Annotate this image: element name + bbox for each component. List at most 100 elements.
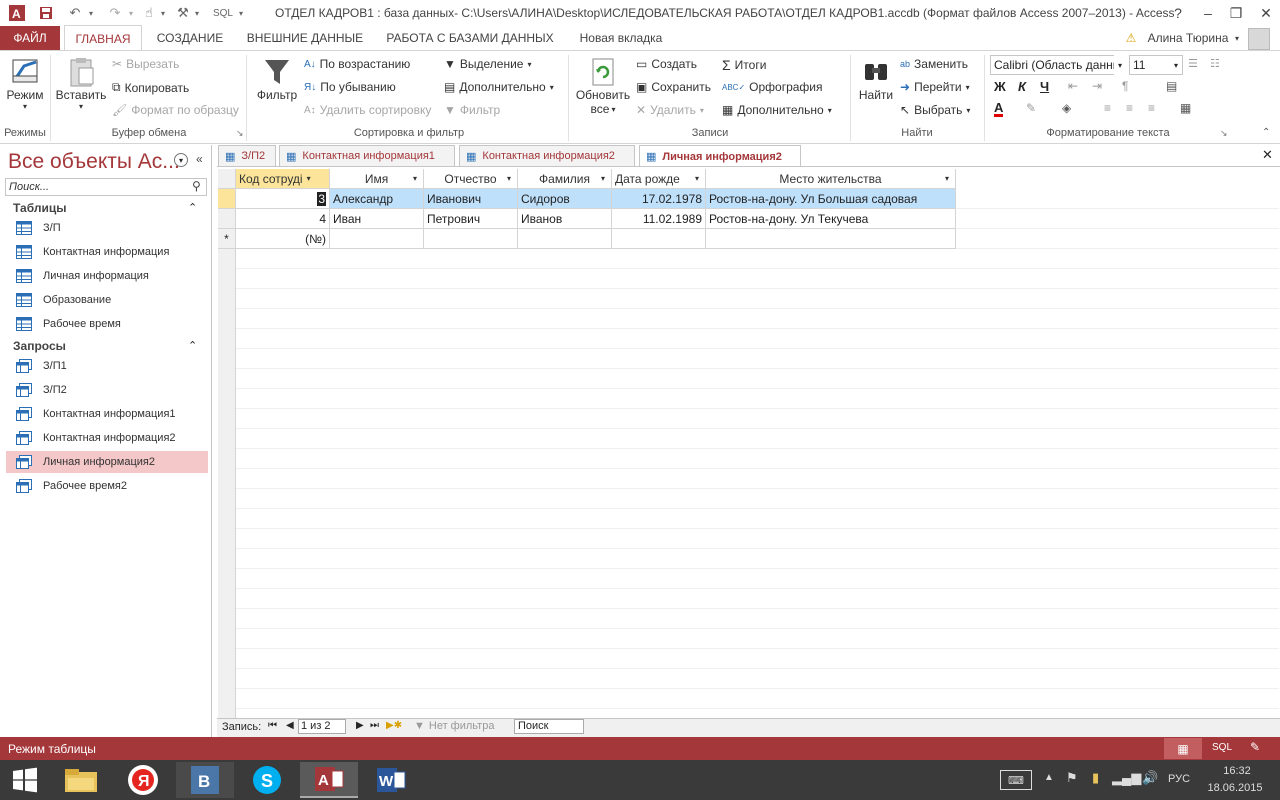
undo-icon[interactable]: ↶ <box>64 3 86 23</box>
font-name-dropdown-icon[interactable]: ▾ <box>1114 55 1126 75</box>
keyboard-icon[interactable]: ⌨ <box>1000 770 1032 790</box>
bold-button[interactable]: Ж <box>994 79 1006 94</box>
column-header-id[interactable]: Код сотруді ▾ <box>236 169 330 189</box>
bullets-icon[interactable]: ☰ <box>1188 57 1198 70</box>
underline-button[interactable]: Ч <box>1040 79 1049 94</box>
access-taskbar-button[interactable]: A <box>300 762 358 798</box>
touch-mode-icon[interactable]: ☝ <box>140 3 158 23</box>
column-filter-dropdown-icon[interactable]: ▾ <box>507 174 511 183</box>
start-button[interactable] <box>0 762 50 798</box>
dialog-launcher-icon[interactable]: ↘ <box>1220 128 1228 139</box>
table-cell[interactable]: Александр <box>330 189 424 209</box>
nav-search-input[interactable]: Поиск... <box>5 178 207 196</box>
search-icon[interactable]: ⚲ <box>192 179 201 193</box>
table-cell[interactable] <box>518 229 612 249</box>
nav-query-item[interactable]: Контактная информация1 <box>6 403 208 425</box>
nav-menu-dropdown-icon[interactable]: ▾ <box>174 153 188 167</box>
copy-button[interactable]: ⧉ Копировать <box>112 80 189 95</box>
table-cell[interactable] <box>612 229 706 249</box>
last-record-icon[interactable]: ⏭ <box>370 720 379 731</box>
view-button[interactable]: Режим ▾ <box>4 56 46 111</box>
remove-sort-button[interactable]: A↕ Удалить сортировку <box>304 103 431 117</box>
explorer-taskbar-button[interactable] <box>52 762 110 798</box>
new-record-selector[interactable]: * <box>218 229 236 249</box>
datasheet-view-icon[interactable]: ▦ <box>1164 738 1202 759</box>
signal-icon[interactable]: ▂▄▆ <box>1112 770 1141 786</box>
column-header-patronymic[interactable]: Отчество ▾ <box>424 169 518 189</box>
user-name[interactable]: Алина Тюрина <box>1144 26 1232 50</box>
nav-table-item[interactable]: Образование <box>6 289 208 311</box>
column-filter-dropdown-icon[interactable]: ▾ <box>695 174 699 183</box>
table-cell[interactable]: 11.02.1989 <box>612 209 706 229</box>
table-cell[interactable] <box>330 229 424 249</box>
redo-icon[interactable]: ↷ <box>104 3 126 23</box>
word-taskbar-button[interactable]: W <box>362 762 420 798</box>
table-cell[interactable] <box>706 229 956 249</box>
clock-date[interactable]: 18.06.2015 <box>1202 782 1268 794</box>
record-selector[interactable] <box>218 209 236 229</box>
fill-color-icon[interactable]: ◈ <box>1062 101 1071 115</box>
table-cell[interactable]: Ростов-на-дону. Ул Большая садовая <box>706 189 956 209</box>
tab-external-data[interactable]: ВНЕШНИЕ ДАННЫЕ <box>240 26 370 50</box>
table-cell[interactable]: Иванов <box>518 209 612 229</box>
goto-button[interactable]: ➜ Перейти ▾ <box>900 80 970 94</box>
column-filter-dropdown-icon[interactable]: ▾ <box>413 174 417 183</box>
qat-customize-icon[interactable]: ▾ <box>236 3 246 23</box>
tray-expand-icon[interactable]: ▲ <box>1044 772 1054 783</box>
column-filter-dropdown-icon[interactable]: ▾ <box>601 174 605 183</box>
record-search-input[interactable]: Поиск <box>514 719 584 734</box>
table-cell[interactable]: Иван <box>330 209 424 229</box>
input-language[interactable]: РУС <box>1168 773 1190 785</box>
first-record-icon[interactable]: ⏮ <box>268 720 277 731</box>
font-size-dropdown-icon[interactable]: ▾ <box>1170 55 1182 75</box>
column-header-name[interactable]: Имя ▾ <box>330 169 424 189</box>
column-filter-dropdown-icon[interactable]: ▾ <box>307 174 311 183</box>
tools-icon[interactable]: ⚒ <box>174 3 192 23</box>
refresh-all-button[interactable]: Обновить все ▾ <box>574 56 632 116</box>
sql-view-button[interactable]: SQL <box>1212 742 1232 753</box>
restore-button[interactable]: ❐ <box>1222 0 1250 26</box>
filter-button[interactable]: Фильтр <box>254 56 300 102</box>
format-painter-button[interactable]: 🖌 Формат по образцу <box>112 103 239 117</box>
filter-status-button[interactable]: ▼ Нет фильтра <box>414 720 494 732</box>
table-cell[interactable]: Петрович <box>424 209 518 229</box>
undo-dropdown-icon[interactable]: ▾ <box>86 3 96 23</box>
nav-query-item[interactable]: З/П1 <box>6 355 208 377</box>
nav-query-item[interactable]: Рабочее время2 <box>6 475 208 497</box>
record-position-input[interactable]: 1 из 2 <box>298 719 346 734</box>
gridlines-icon[interactable]: ▤ <box>1166 79 1177 93</box>
doc-tab-zp2[interactable]: ▦ З/П2 <box>218 145 276 166</box>
paragraph-icon[interactable]: ¶ <box>1122 79 1128 93</box>
clock-time[interactable]: 16:32 <box>1210 765 1264 777</box>
doc-tab-contact-info1[interactable]: ▦ Контактная информация1 <box>279 145 455 166</box>
select-all-button[interactable] <box>218 169 236 189</box>
tab-database-tools[interactable]: РАБОТА С БАЗАМИ ДАННЫХ <box>380 26 560 50</box>
minimize-button[interactable]: – <box>1194 0 1222 26</box>
table-cell[interactable]: Иванович <box>424 189 518 209</box>
selection-button[interactable]: ▼ Выделение ▾ <box>444 57 532 71</box>
advanced-filter-button[interactable]: ▤ Дополнительно ▾ <box>444 80 554 94</box>
nav-table-item[interactable]: З/П <box>6 217 208 239</box>
new-record-button[interactable]: ▭ Создать <box>636 57 697 71</box>
align-right-icon[interactable]: ≡ <box>1148 101 1155 115</box>
table-cell[interactable]: Сидоров <box>518 189 612 209</box>
find-button[interactable]: Найти <box>856 56 896 102</box>
nav-title[interactable]: Все объекты Ac... <box>8 150 180 174</box>
tab-new[interactable]: Новая вкладка <box>572 26 670 50</box>
tab-home[interactable]: ГЛАВНАЯ <box>64 25 142 51</box>
close-document-icon[interactable]: ✕ <box>1262 147 1273 163</box>
nav-section-queries[interactable]: Запросы <box>13 339 66 353</box>
nav-section-tables[interactable]: Таблицы <box>13 201 66 215</box>
totals-button[interactable]: Σ Итоги <box>722 57 766 73</box>
font-name-select[interactable]: Calibri (Область данны <box>990 55 1126 75</box>
spelling-button[interactable]: ABC✓ Орфография <box>722 80 823 94</box>
nav-table-item[interactable]: Контактная информация <box>6 241 208 263</box>
nav-query-item[interactable]: Личная информация2 <box>6 451 208 473</box>
new-blank-record-icon[interactable]: ▶✱ <box>386 720 402 731</box>
yandex-taskbar-button[interactable]: Я <box>114 762 172 798</box>
sort-descending-button[interactable]: Я↓ По убыванию <box>304 80 396 94</box>
table-cell[interactable]: Ростов-на-дону. Ул Текучева <box>706 209 956 229</box>
sort-ascending-button[interactable]: A↓ По возрастанию <box>304 57 410 71</box>
cut-button[interactable]: ✂ Вырезать <box>112 57 179 71</box>
tab-create[interactable]: СОЗДАНИЕ <box>148 26 232 50</box>
